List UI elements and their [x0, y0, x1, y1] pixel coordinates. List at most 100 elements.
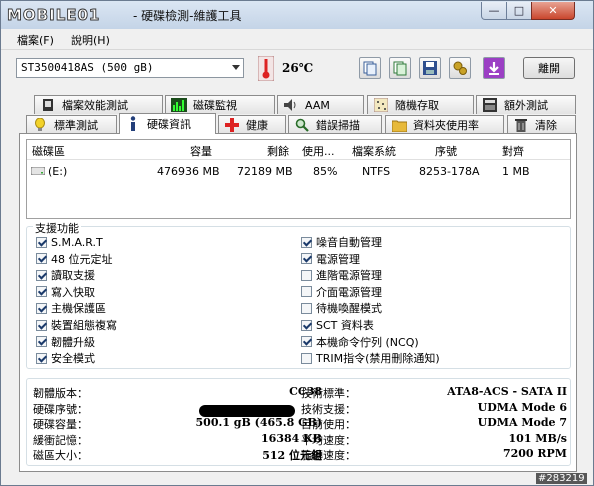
checkbox-unchecked-icon[interactable] [301, 269, 312, 281]
checkbox-checked-icon[interactable] [36, 319, 47, 331]
checkbox-checked-icon[interactable] [301, 236, 312, 248]
download-button[interactable] [483, 57, 505, 79]
extra-test-icon [482, 98, 498, 112]
tab-error-scan[interactable]: 錯誤掃描 [288, 115, 382, 134]
checkbox-unchecked-icon[interactable] [301, 352, 312, 364]
window-title: - 硬碟檢測-維護工具 [133, 9, 242, 23]
column-volume[interactable]: 磁碟區 [32, 143, 65, 159]
disk-info-panel: 磁碟區 容量 剩餘 使用... 檔案系統 序號 對齊 (E:) 476936 M… [19, 133, 577, 472]
table-row[interactable]: (E:) 476936 MB 72189 MB 85% NTFS 8253-17… [27, 162, 570, 180]
close-button[interactable]: ✕ [531, 2, 575, 20]
feature-label: 噪音自動管理 [316, 236, 382, 249]
checkbox-checked-icon[interactable] [36, 352, 47, 364]
feature-checkbox[interactable]: SCT 資料表 [301, 318, 374, 332]
column-free[interactable]: 剩餘 [267, 143, 289, 159]
feature-checkbox[interactable]: 進階電源管理 [301, 268, 382, 282]
temperature-value: 26℃ [282, 61, 314, 75]
checkbox-checked-icon[interactable] [36, 253, 47, 265]
feature-checkbox[interactable]: 介面電源管理 [301, 285, 382, 299]
tab-label: 硬碟資訊 [147, 118, 191, 131]
column-capacity[interactable]: 容量 [190, 143, 212, 159]
checkbox-checked-icon[interactable] [36, 236, 47, 248]
tab-label: 錯誤掃描 [316, 119, 360, 132]
feature-checkbox[interactable]: 48 位元定址 [36, 252, 113, 266]
info-label: 技術支援： [301, 402, 356, 416]
feature-checkbox[interactable]: 讀取支援 [36, 268, 95, 282]
column-filesystem[interactable]: 檔案系統 [352, 143, 396, 159]
minimize-button[interactable]: — [481, 2, 507, 20]
watermark: #283219 [536, 473, 587, 484]
save-button[interactable] [419, 57, 441, 79]
partition-list[interactable]: 磁碟區 容量 剩餘 使用... 檔案系統 序號 對齊 (E:) 476936 M… [26, 139, 571, 219]
checkbox-checked-icon[interactable] [301, 253, 312, 265]
checkbox-checked-icon[interactable] [36, 302, 47, 314]
mobile01-logo: MOBILE01 [7, 6, 100, 25]
tab-random-access[interactable]: 隨機存取 [367, 95, 474, 114]
info-icon [125, 116, 141, 131]
feature-checkbox[interactable]: TRIM指令(禁用刪除通知) [301, 351, 440, 365]
column-used[interactable]: 使用... [302, 143, 335, 159]
cell-alignment: 1 MB [502, 165, 530, 178]
tab-label: AAM [305, 98, 330, 112]
disk-details-group: 韌體版本： CC38 硬碟序號： 硬碟容量： 500.1 gB (465.8 GB) 緩衝… [26, 378, 571, 466]
feature-checkbox[interactable]: S.M.A.R.T [36, 235, 103, 249]
device-select-value: ST3500418AS (500 gB) [21, 61, 154, 74]
tab-label: 標準測試 [54, 119, 98, 132]
feature-checkbox[interactable]: 電源管理 [301, 252, 360, 266]
tab-label: 清除 [535, 119, 557, 132]
feature-checkbox[interactable]: 寫入快取 [36, 285, 95, 299]
copy-button[interactable] [359, 57, 381, 79]
cell-serial: 8253-178A [419, 165, 480, 178]
checkbox-checked-icon[interactable] [36, 336, 47, 348]
tab-health[interactable]: 健康 [218, 115, 286, 134]
feature-checkbox[interactable]: 主機保護區 [36, 301, 106, 315]
checkbox-unchecked-icon[interactable] [301, 286, 312, 298]
feature-label: 安全模式 [51, 352, 95, 366]
settings-button[interactable] [449, 57, 471, 79]
tab-disk-info[interactable]: 硬碟資訊 [119, 113, 216, 134]
checkbox-checked-icon[interactable] [36, 269, 47, 281]
feature-checkbox[interactable]: 本機命令佇列 (NCQ) [301, 335, 419, 349]
checkbox-checked-icon[interactable] [301, 336, 312, 348]
tab-disk-monitor[interactable]: 磁碟監視 [165, 95, 275, 114]
exit-button[interactable]: 離開 [523, 57, 575, 79]
tab-file-benchmark[interactable]: 檔案效能測試 [34, 95, 163, 114]
checkbox-checked-icon[interactable] [36, 286, 47, 298]
feature-checkbox[interactable]: 安全模式 [36, 351, 95, 365]
tab-extra-test[interactable]: 額外測試 [476, 95, 576, 114]
cell-capacity: 476936 MB [157, 165, 220, 178]
settings-icon [453, 61, 467, 75]
cell-free: 72189 MB [237, 165, 293, 178]
maximize-button[interactable]: □ [506, 2, 532, 20]
menu-help[interactable]: 說明(H) [71, 32, 110, 48]
tab-aam[interactable]: AAM [277, 95, 364, 114]
checkbox-checked-icon[interactable] [301, 319, 312, 331]
checkbox-unchecked-icon[interactable] [301, 302, 312, 314]
tab-folder-usage[interactable]: 資料夾使用率 [385, 115, 504, 134]
feature-checkbox[interactable]: 噪音自動管理 [301, 235, 382, 249]
info-label: 旋轉速度： [301, 449, 356, 463]
copy-text-button[interactable] [389, 57, 411, 79]
tab-erase[interactable]: 清除 [507, 115, 576, 134]
column-serial[interactable]: 序號 [435, 143, 457, 159]
column-alignment[interactable]: 對齊 [502, 143, 524, 159]
benchmark-icon [40, 98, 56, 112]
info-value: ATA8-ACS - SATA II [447, 385, 567, 398]
cell-filesystem: NTFS [362, 165, 391, 178]
menu-file[interactable]: 檔案(F) [17, 32, 54, 48]
info-value: 101 MB/s [508, 431, 567, 445]
feature-checkbox[interactable]: 韌體升級 [36, 335, 95, 349]
feature-checkbox[interactable]: 待機喚醒模式 [301, 301, 382, 315]
tab-label: 資料夾使用率 [413, 119, 479, 132]
info-label: 緩衝記憶： [33, 433, 88, 447]
info-label: 韌體版本： [33, 387, 88, 400]
supported-features-title: 支援功能 [33, 220, 81, 236]
feature-checkbox[interactable]: 裝置組態複寫 [36, 318, 117, 332]
info-label: 硬碟序號： [33, 402, 88, 416]
feature-label: 進階電源管理 [316, 269, 382, 283]
thermometer-icon [258, 56, 274, 81]
tab-label: 隨機存取 [395, 99, 439, 112]
device-select[interactable]: ST3500418AS (500 gB) [16, 58, 244, 78]
app-window: MOBILE01 - 硬碟檢測-維護工具 — □ ✕ 檔案(F) 說明(H) S… [0, 0, 594, 486]
tab-standard-test[interactable]: 標準測試 [26, 115, 117, 134]
